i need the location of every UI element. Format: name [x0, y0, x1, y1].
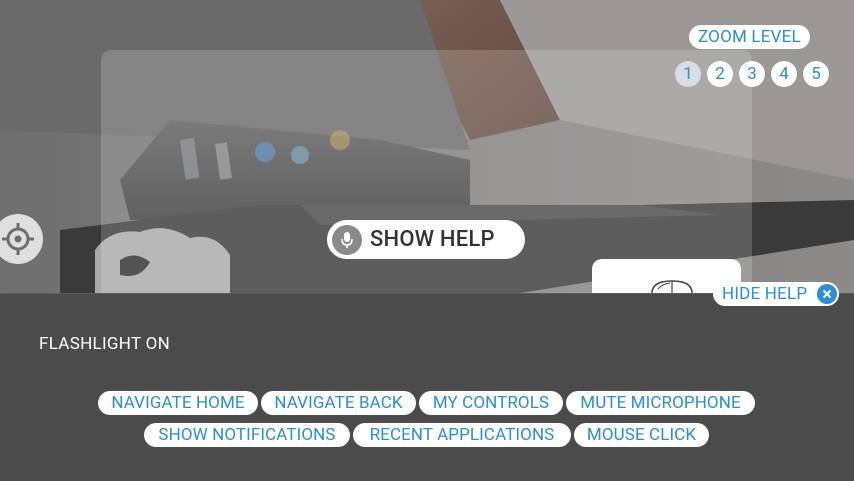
navigate-home-command[interactable]: NAVIGATE HOME [98, 391, 258, 415]
my-controls-command[interactable]: MY CONTROLS [419, 391, 563, 415]
show-help-label: SHOW HELP [370, 227, 495, 252]
mouse-click-command[interactable]: MOUSE CLICK [574, 423, 709, 447]
zoom-level-1[interactable]: 1 [675, 61, 701, 87]
crosshair-icon [2, 223, 34, 255]
help-panel [0, 293, 854, 481]
show-notifications-command[interactable]: SHOW NOTIFICATIONS [144, 423, 350, 447]
flashlight-status: FLASHLIGHT ON [39, 334, 171, 354]
hide-help-button[interactable]: HIDE HELP [713, 282, 839, 306]
close-icon [817, 284, 837, 304]
zoom-level-5[interactable]: 5 [803, 61, 829, 87]
zoom-level-2[interactable]: 2 [707, 61, 733, 87]
zoom-level-3[interactable]: 3 [739, 61, 765, 87]
zoom-level-button[interactable]: ZOOM LEVEL [689, 25, 810, 49]
hide-help-label: HIDE HELP [722, 284, 808, 304]
zoom-level-4[interactable]: 4 [771, 61, 797, 87]
mute-microphone-command[interactable]: MUTE MICROPHONE [566, 391, 755, 415]
microphone-icon [332, 224, 362, 255]
navigate-back-command[interactable]: NAVIGATE BACK [261, 391, 416, 415]
show-help-button[interactable]: SHOW HELP [327, 220, 525, 259]
recent-applications-command[interactable]: RECENT APPLICATIONS [353, 423, 571, 447]
